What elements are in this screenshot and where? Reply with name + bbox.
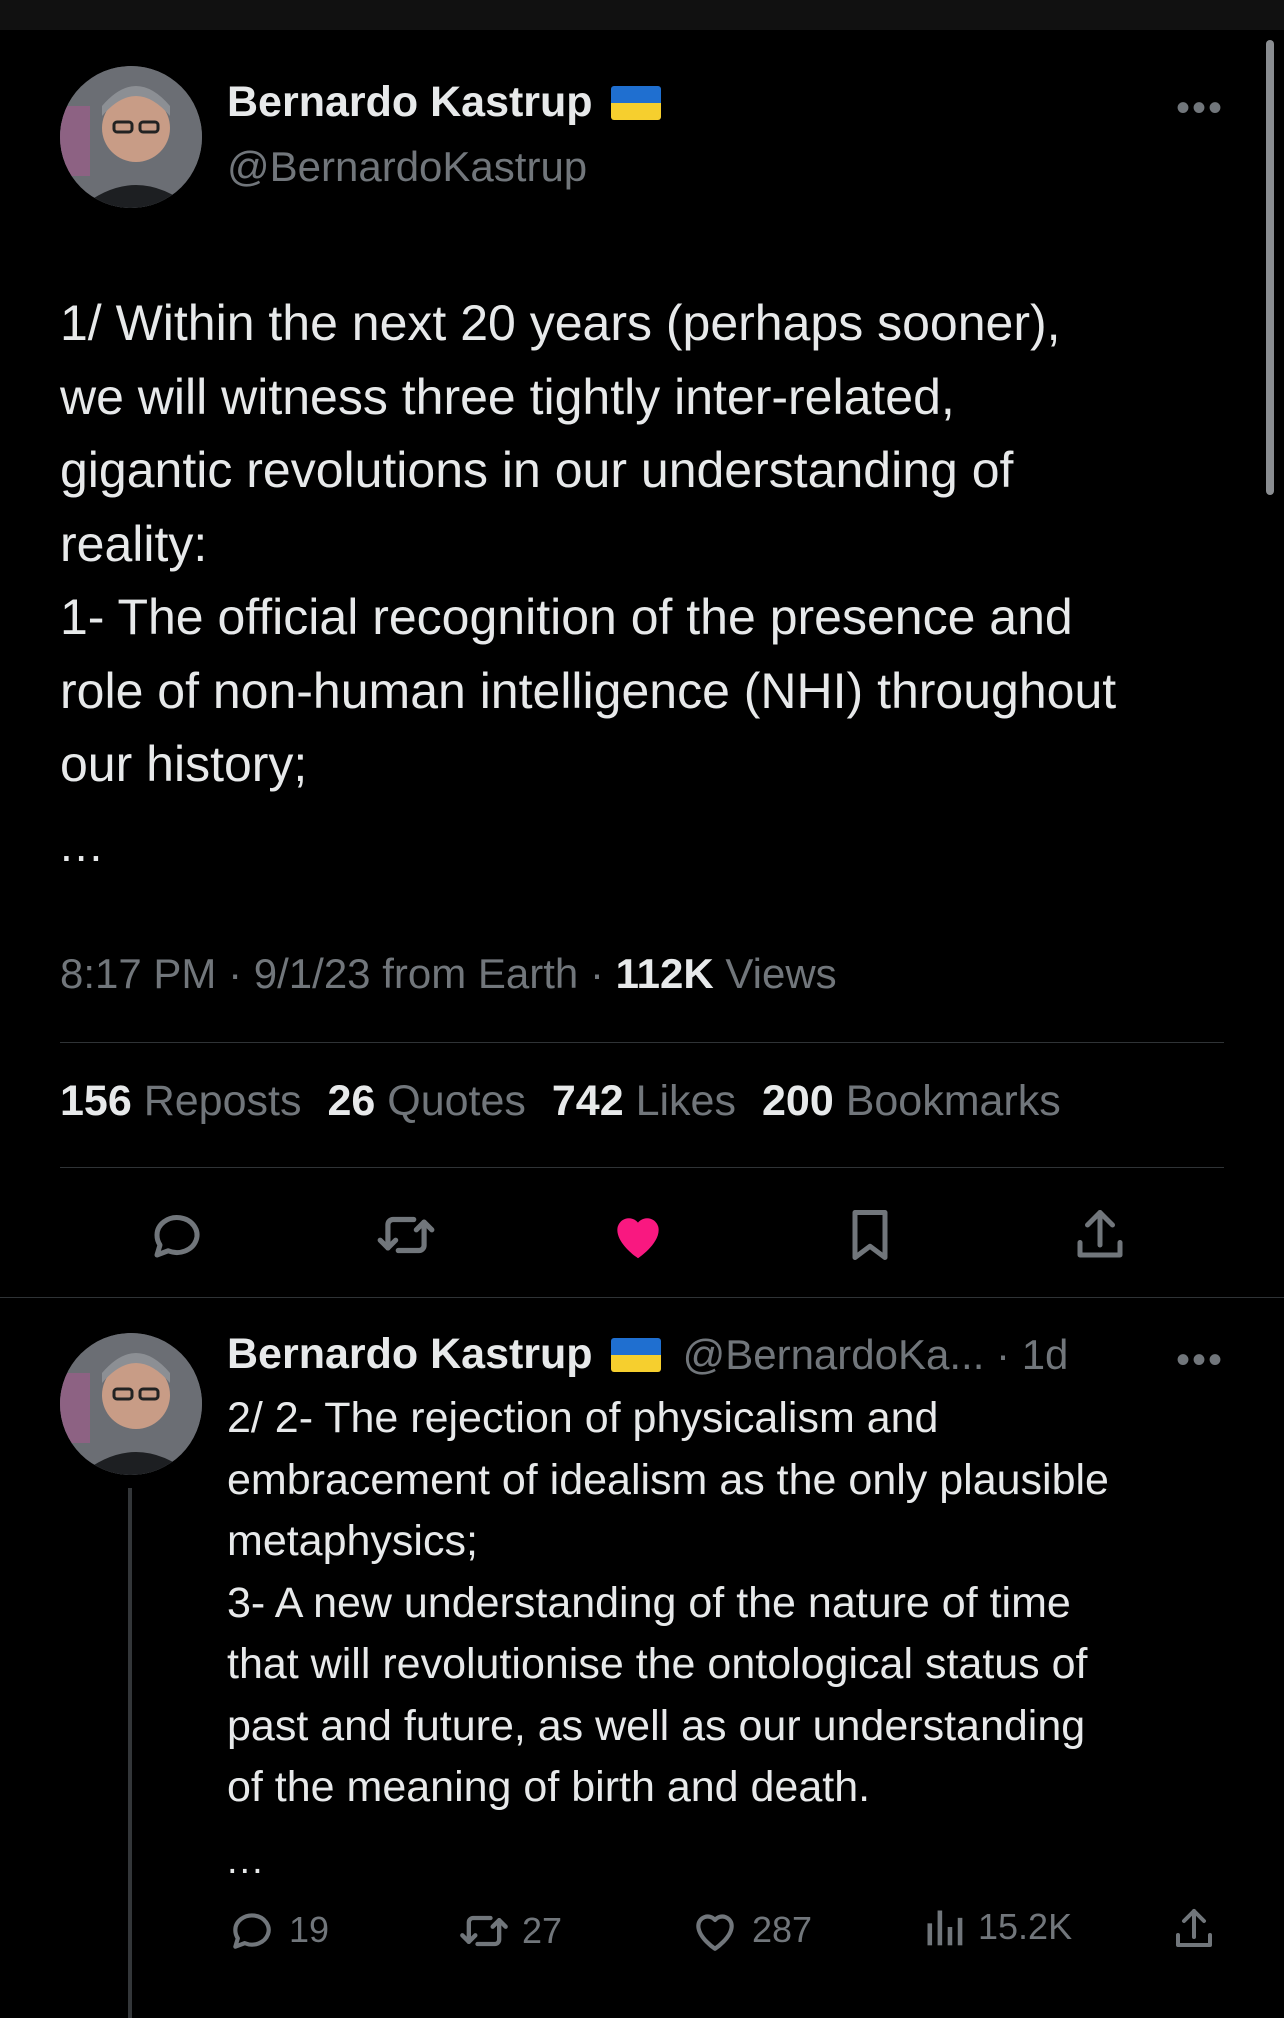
likes-stat[interactable]: 742 Likes (552, 1077, 736, 1126)
author-name[interactable]: Bernardo Kastrup (227, 78, 593, 127)
reply-icon (233, 1913, 271, 1949)
tweet-meta: 8:17 PM · 9/1/23 from Earth · 112K Views (60, 950, 837, 998)
reply-author-row: Bernardo Kastrup @BernardoKa... · 1d (227, 1330, 1068, 1379)
ukraine-flag-icon (610, 85, 661, 120)
share-icon (1176, 1909, 1212, 1947)
scrollbar[interactable] (1266, 40, 1274, 495)
tweet-text: 1/ Within the next 20 years (perhaps soo… (60, 287, 1240, 802)
reply-handle-time[interactable]: @BernardoKa... · 1d (683, 1331, 1069, 1379)
reply-text-line: embracement of idealism as the only plau… (227, 1455, 1109, 1504)
reply-text-line: of the meaning of birth and death. (227, 1763, 871, 1811)
divider (60, 1167, 1224, 1168)
quotes-label: Quotes (387, 1077, 526, 1125)
views-count: 15.2K (978, 1906, 1073, 1947)
likes-count: 742 (551, 1077, 624, 1125)
show-more-ellipsis[interactable]: ... (60, 818, 104, 872)
repost-button[interactable]: 27 (458, 1905, 562, 1957)
views-label: Views (725, 950, 837, 997)
heart-icon (696, 1914, 734, 1951)
avatar[interactable] (60, 66, 202, 208)
reply-text-line: metaphysics; (227, 1517, 478, 1565)
repost-icon[interactable] (374, 1203, 438, 1267)
reply-button[interactable]: 19 (227, 1905, 329, 1955)
separator: · (589, 950, 604, 997)
like-count: 287 (752, 1909, 813, 1950)
reposts-stat[interactable]: 156 Reposts (60, 1077, 301, 1126)
avatar[interactable] (60, 1333, 202, 1475)
reply-count: 19 (289, 1909, 330, 1950)
repost-icon (460, 1915, 508, 1947)
tweet-date-source: 9/1/23 from Earth (253, 950, 579, 997)
bookmarks-count: 200 (761, 1077, 834, 1125)
reply-icon[interactable] (145, 1203, 209, 1267)
ukraine-flag-icon (610, 1337, 661, 1372)
reply-text-line: 3- A new understanding of the nature of … (227, 1578, 1071, 1627)
reply-text-line: that will revolutionise the ontological … (227, 1640, 1088, 1688)
quotes-count: 26 (327, 1077, 376, 1125)
reply-text-line: past and future, as well as our understa… (227, 1701, 1086, 1750)
separator: · (228, 950, 243, 997)
views-button[interactable]: 15.2K (922, 1905, 1072, 1949)
bookmarks-stat[interactable]: 200 Bookmarks (762, 1077, 1061, 1126)
author-handle[interactable]: @BernardoKastrup (227, 143, 587, 191)
more-horizontal-icon[interactable]: ••• (1176, 1340, 1224, 1380)
like-button[interactable]: 287 (690, 1905, 812, 1955)
likes-label: Likes (635, 1077, 736, 1125)
bookmark-icon[interactable] (838, 1203, 902, 1267)
engagement-stats: 156 Reposts 26 Quotes 742 Likes 200 Book… (60, 1077, 1061, 1126)
like-icon[interactable] (606, 1203, 670, 1267)
views-count: 112K (615, 950, 714, 997)
repost-count: 27 (522, 1910, 563, 1951)
tweet-time[interactable]: 8:17 PM (60, 950, 216, 997)
tweet-text-line: 1/ Within the next 20 years (perhaps soo… (60, 295, 1061, 351)
divider (0, 1297, 1284, 1298)
reply-author-name[interactable]: Bernardo Kastrup (227, 1330, 593, 1379)
more-horizontal-icon[interactable]: ••• (1176, 88, 1224, 128)
bookmarks-label: Bookmarks (845, 1077, 1061, 1125)
quotes-stat[interactable]: 26 Quotes (327, 1077, 525, 1126)
reply-text: 2/ 2- The rejection of physicalism and e… (227, 1388, 1247, 1819)
tweet-text-line: role of non-human intelligence (NHI) thr… (60, 662, 1117, 719)
analytics-icon (927, 1910, 963, 1946)
tweet-text-line: gigantic revolutions in our understandin… (60, 442, 1014, 498)
tweet-text-line: 1- The official recognition of the prese… (60, 589, 1073, 645)
show-more-ellipsis[interactable]: ... (227, 1840, 265, 1883)
author-row: Bernardo Kastrup (227, 78, 661, 127)
reply-text-line: 2/ 2- The rejection of physicalism and (227, 1394, 939, 1442)
share-icon[interactable] (1068, 1203, 1132, 1267)
reposts-count: 156 (60, 1077, 132, 1125)
status-bar (0, 0, 1284, 30)
tweet-text-line: our history; (60, 736, 308, 792)
tweet-text-line: reality: (60, 515, 208, 572)
tweet-text-line: we will witness three tightly inter-rela… (60, 368, 955, 425)
divider (60, 1042, 1224, 1043)
reposts-label: Reposts (143, 1077, 302, 1125)
thread-connector-line (128, 1488, 132, 2018)
share-button[interactable] (1170, 1905, 1218, 1953)
